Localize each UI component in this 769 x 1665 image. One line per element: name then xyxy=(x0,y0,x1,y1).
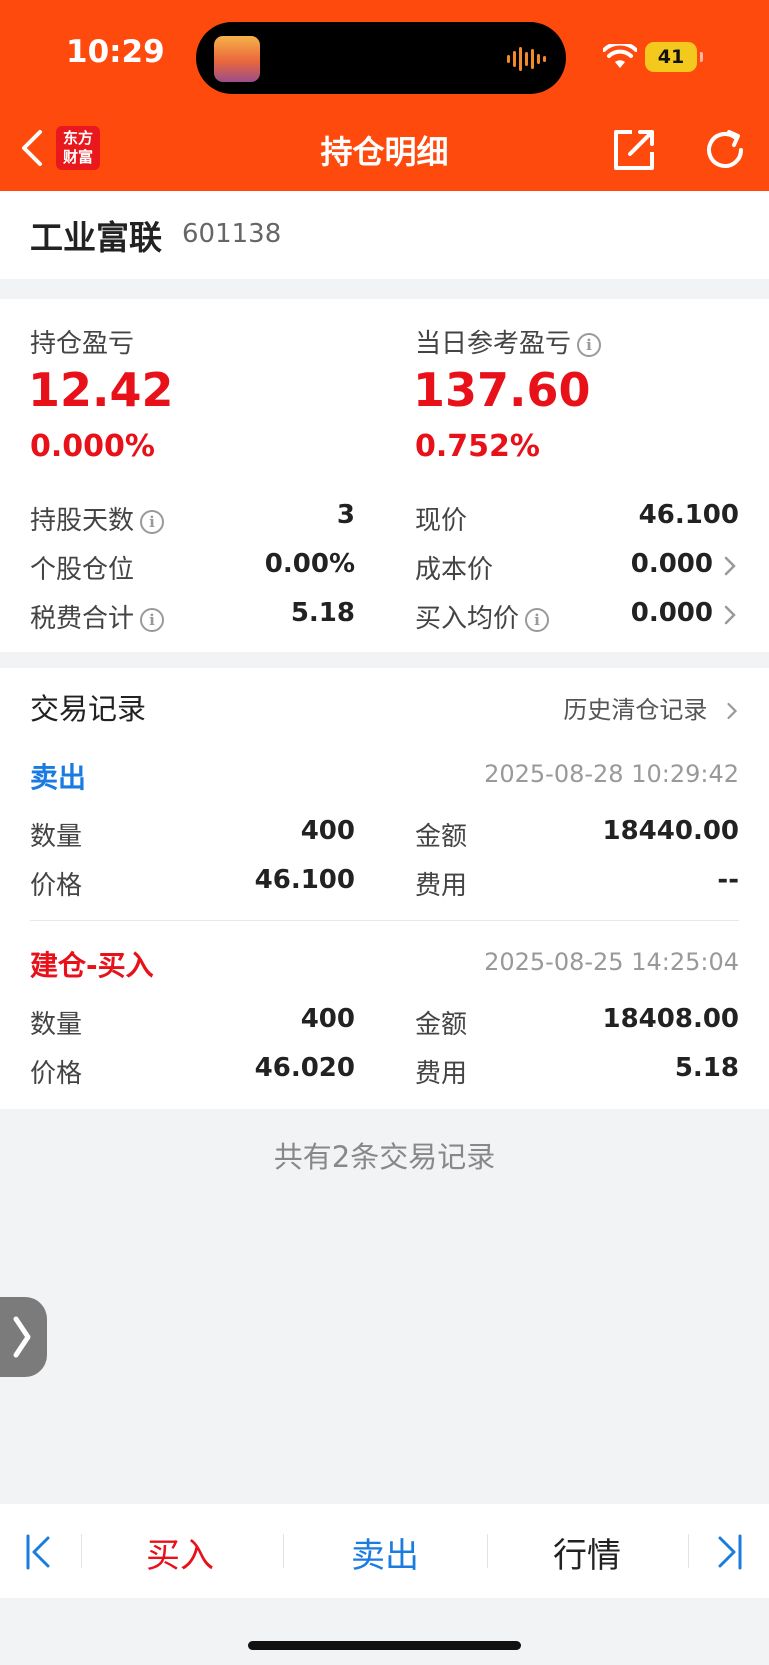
tab-separator xyxy=(688,1534,689,1568)
fee-total-value: 5.18 xyxy=(290,598,355,628)
tx-time: 2025-08-28 10:29:42 xyxy=(484,760,739,788)
tx-amount-value: 18408.00 xyxy=(602,1004,739,1034)
weight-value: 0.00% xyxy=(264,549,355,579)
first-stock-icon[interactable] xyxy=(24,1534,52,1570)
refresh-icon[interactable] xyxy=(703,128,747,172)
summary-panel: 持仓盈亏 12.42 0.000% 当日参考盈亏 i 137.60 0.752% … xyxy=(0,299,769,652)
daily-pl-label-text: 当日参考盈亏 xyxy=(415,329,572,359)
weight-label: 个股仓位 xyxy=(30,555,135,585)
tx-price-label: 价格 xyxy=(30,1059,83,1089)
fee-total-label: 税费合计 i xyxy=(30,598,165,635)
history-link[interactable]: 历史清仓记录 xyxy=(563,690,739,725)
battery-icon: 41 xyxy=(645,42,703,72)
tab-separator xyxy=(283,1534,284,1568)
hold-days-value: 3 xyxy=(336,500,355,530)
header-bar: 10:29 41 东方 财富 持仓明细 xyxy=(0,0,769,191)
tx-type-sell: 卖出 xyxy=(30,761,87,794)
records-count-note: 共有2条交易记录 xyxy=(273,1140,496,1174)
quote-button[interactable]: 行情 xyxy=(553,1528,621,1577)
tx-qty-value: 400 xyxy=(300,816,355,846)
home-indicator[interactable] xyxy=(248,1641,521,1650)
music-artwork-icon xyxy=(214,36,260,82)
tx-price-value: 46.100 xyxy=(254,865,355,895)
info-icon[interactable]: i xyxy=(140,607,165,632)
audio-wave-icon xyxy=(507,46,546,72)
side-drawer-handle[interactable] xyxy=(0,1297,47,1377)
tx-fee-value: 5.18 xyxy=(674,1053,739,1083)
avg-buy-value[interactable]: 0.000 xyxy=(631,598,713,628)
fee-total-label-text: 税费合计 xyxy=(30,604,135,634)
tx-amount-label: 金额 xyxy=(415,822,468,852)
chevron-right-icon[interactable] xyxy=(722,555,738,577)
tx-type-buy: 建仓-买入 xyxy=(30,949,154,982)
chevron-right-icon xyxy=(727,702,738,720)
info-icon[interactable]: i xyxy=(140,509,165,534)
tx-amount-label: 金额 xyxy=(415,1010,468,1040)
tx-qty-label: 数量 xyxy=(30,822,83,852)
buy-button[interactable]: 买入 xyxy=(146,1528,214,1577)
tx-amount-value: 18440.00 xyxy=(602,816,739,846)
position-pl-label: 持仓盈亏 xyxy=(30,329,135,359)
hold-days-label: 持股天数 i xyxy=(30,500,165,537)
cost-value[interactable]: 0.000 xyxy=(631,549,713,579)
avg-buy-label[interactable]: 买入均价 i xyxy=(415,598,550,635)
divider xyxy=(30,920,739,921)
tx-price-value: 46.020 xyxy=(254,1053,355,1083)
price-label: 现价 xyxy=(415,506,468,536)
position-pl-value: 12.42 xyxy=(28,363,174,417)
tx-fee-value: -- xyxy=(717,865,739,895)
wifi-icon xyxy=(603,44,637,68)
share-icon[interactable] xyxy=(612,128,656,172)
tx-qty-value: 400 xyxy=(300,1004,355,1034)
bottom-action-bar: 买入 卖出 行情 xyxy=(0,1504,769,1598)
stock-code: 601138 xyxy=(182,219,282,249)
tab-separator xyxy=(487,1534,488,1568)
records-title: 交易记录 xyxy=(30,692,147,726)
position-pl-pct: 0.000% xyxy=(30,429,155,464)
daily-pl-value: 137.60 xyxy=(413,363,591,417)
stock-name: 工业富联 xyxy=(30,218,162,257)
history-link-text: 历史清仓记录 xyxy=(563,696,708,724)
sell-button[interactable]: 卖出 xyxy=(351,1528,419,1577)
chevron-right-icon[interactable] xyxy=(722,604,738,626)
cost-label[interactable]: 成本价 xyxy=(415,549,493,586)
tx-qty-label: 数量 xyxy=(30,1010,83,1040)
daily-pl-pct: 0.752% xyxy=(415,429,540,464)
records-panel xyxy=(0,668,769,1109)
hold-days-label-text: 持股天数 xyxy=(30,506,135,536)
tab-separator xyxy=(81,1534,82,1568)
tx-price-label: 价格 xyxy=(30,871,83,901)
info-icon[interactable]: i xyxy=(577,332,602,357)
chevron-right-icon xyxy=(13,1316,31,1358)
daily-pl-label[interactable]: 当日参考盈亏 i xyxy=(415,323,602,360)
stock-info-bar: 工业富联 601138 xyxy=(0,191,769,279)
tx-fee-label: 费用 xyxy=(415,871,468,901)
last-stock-icon[interactable] xyxy=(716,1534,744,1570)
dynamic-island[interactable] xyxy=(196,22,566,94)
tx-fee-label: 费用 xyxy=(415,1059,468,1089)
price-value: 46.100 xyxy=(638,500,739,530)
tx-time: 2025-08-25 14:25:04 xyxy=(484,948,739,976)
status-time: 10:29 xyxy=(66,34,165,70)
avg-buy-label-text: 买入均价 xyxy=(415,604,520,634)
info-icon[interactable]: i xyxy=(525,607,550,632)
